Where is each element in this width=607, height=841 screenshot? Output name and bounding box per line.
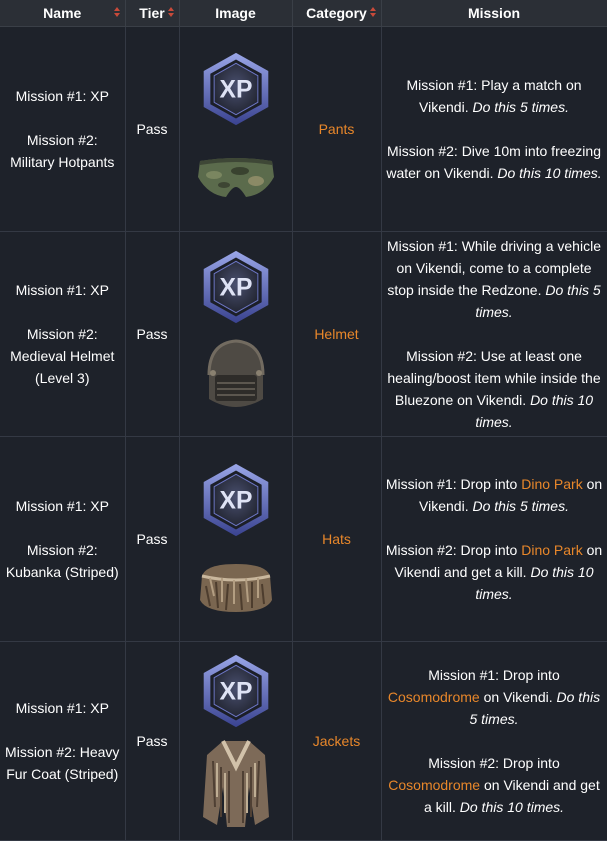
column-header-mission: Mission: [381, 0, 607, 27]
xp-badge-label: XP: [219, 77, 252, 104]
mission-2: Mission #2: Use at least one healing/boo…: [386, 345, 603, 433]
location-link[interactable]: Dino Park: [521, 542, 582, 558]
helmet-icon: [207, 339, 264, 407]
header-label: Tier: [139, 5, 165, 21]
category-link[interactable]: Jackets: [292, 641, 382, 841]
tier-cell: Pass: [125, 26, 180, 232]
mission-1: Mission #1: Drop into Cosomodrome on Vik…: [386, 664, 603, 730]
mission-cell: Mission #1: Drop into Cosomodrome on Vik…: [381, 641, 607, 841]
missions-table: Name Tier Image Category Mission Mission…: [0, 0, 607, 841]
image-cell: XP: [179, 26, 293, 232]
mission-text: Mission #2: Drop into: [385, 542, 522, 558]
mission-2: Mission #2: Dive 10m into freezing water…: [386, 140, 603, 184]
header-row: Name Tier Image Category Mission: [0, 0, 607, 27]
header-label: Image: [215, 5, 256, 21]
name-line: Mission #1: XP: [15, 282, 109, 298]
table-row: Mission #1: XP Mission #2: Kubanka (Stri…: [0, 436, 607, 642]
mission-repeat: Do this 10 times.: [497, 165, 602, 181]
name-line: Mission #1: XP: [15, 498, 109, 514]
location-link[interactable]: Cosomodrome: [388, 777, 480, 793]
name-cell: Mission #1: XP Mission #2: Kubanka (Stri…: [0, 436, 126, 642]
table-row: Mission #1: XP Mission #2: Heavy Fur Coa…: [0, 641, 607, 841]
table-row: Mission #1: XP Mission #2: Medieval Helm…: [0, 231, 607, 437]
mission-text: Mission #2: Drop into: [428, 755, 560, 771]
category-link[interactable]: Pants: [292, 26, 382, 232]
xp-badge-icon: XP: [198, 51, 274, 127]
category-link[interactable]: Hats: [292, 436, 382, 642]
sort-icon[interactable]: [167, 7, 174, 19]
table-row: Mission #1: XP Mission #2: Military Hotp…: [0, 26, 607, 232]
mission-cell: Mission #1: Play a match on Vikendi. Do …: [381, 26, 607, 232]
mission-repeat: Do this 5 times.: [472, 99, 569, 115]
xp-badge-label: XP: [219, 275, 252, 302]
name-cell: Mission #1: XP Mission #2: Medieval Helm…: [0, 231, 126, 437]
xp-badge-label: XP: [219, 488, 252, 515]
xp-badge-label: XP: [219, 679, 252, 706]
name-cell: Mission #1: XP Mission #2: Heavy Fur Coa…: [0, 641, 126, 841]
location-link[interactable]: Dino Park: [521, 476, 582, 492]
fur-coat-icon: [202, 740, 269, 827]
header-label: Name: [43, 5, 82, 21]
mission-text: Mission #1: Drop into: [428, 667, 560, 683]
name-cell: Mission #1: XP Mission #2: Military Hotp…: [0, 26, 126, 232]
tier-cell: Pass: [125, 641, 180, 841]
mission-1: Mission #1: While driving a vehicle on V…: [386, 235, 603, 323]
category-link[interactable]: Helmet: [292, 231, 382, 437]
mission-cell: Mission #1: While driving a vehicle on V…: [381, 231, 607, 437]
mission-2: Mission #2: Drop into Cosomodrome on Vik…: [386, 752, 603, 818]
xp-badge-icon: XP: [198, 653, 274, 729]
name-line: Mission #2:: [26, 132, 98, 148]
image-cell: XP: [179, 641, 293, 841]
column-header-image: Image: [179, 0, 293, 27]
image-cell: XP: [179, 436, 293, 642]
mission-1: Mission #1: Drop into Dino Park on Viken…: [386, 473, 603, 517]
name-line: Mission #1: XP: [15, 700, 109, 716]
image-cell: XP: [179, 231, 293, 437]
name-line: Military Hotpants: [10, 154, 115, 170]
mission-text: Mission #1: Drop into: [385, 476, 522, 492]
mission-repeat: Do this 10 times.: [459, 799, 565, 815]
xp-badge-icon: XP: [198, 462, 274, 538]
hotpants-icon: [197, 158, 274, 197]
column-header-category[interactable]: Category: [292, 0, 382, 27]
sort-icon[interactable]: [369, 7, 376, 19]
name-line: Mission #2:: [26, 542, 98, 558]
name-line: Medieval Helmet: [10, 348, 115, 364]
name-line: Fur Coat (Striped): [6, 766, 119, 782]
kubanka-icon: [199, 564, 272, 612]
name-line: Kubanka (Striped): [5, 564, 119, 580]
name-line: Mission #2: Heavy: [5, 744, 120, 760]
tier-cell: Pass: [125, 436, 180, 642]
mission-2: Mission #2: Drop into Dino Park on Viken…: [386, 539, 603, 605]
header-label: Mission: [467, 5, 521, 21]
tier-cell: Pass: [125, 231, 180, 437]
name-line: Mission #1: XP: [15, 88, 109, 104]
mission-cell: Mission #1: Drop into Dino Park on Viken…: [381, 436, 607, 642]
mission-repeat: Do this 5 times.: [472, 498, 569, 514]
name-line: Mission #2:: [26, 326, 98, 342]
sort-icon[interactable]: [113, 7, 120, 19]
mission-text: on Vikendi.: [479, 689, 557, 705]
xp-badge-icon: XP: [198, 249, 274, 325]
column-header-tier[interactable]: Tier: [125, 0, 180, 27]
location-link[interactable]: Cosomodrome: [388, 689, 480, 705]
column-header-name[interactable]: Name: [0, 0, 126, 27]
name-line: (Level 3): [35, 370, 90, 386]
header-label: Category: [306, 5, 367, 21]
mission-1: Mission #1: Play a match on Vikendi. Do …: [386, 74, 603, 118]
